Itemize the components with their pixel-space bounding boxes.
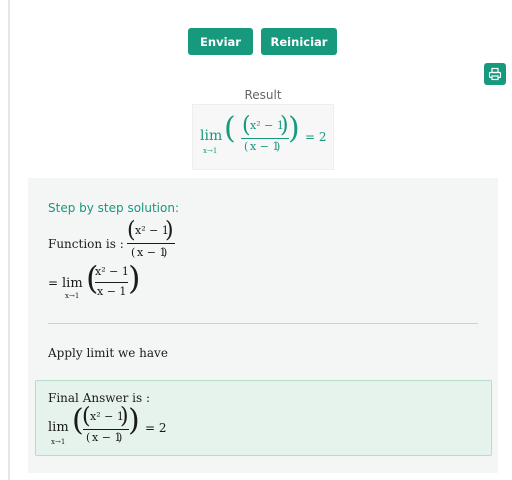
final-fraction-bar xyxy=(83,429,129,430)
print-button[interactable] xyxy=(484,63,506,85)
result-numerator: x² − 1 xyxy=(250,119,284,132)
final-lim: lim xyxy=(48,420,69,435)
result-fraction-bar xyxy=(241,138,289,139)
function-denominator: x − 1 xyxy=(137,246,167,259)
submit-button[interactable]: Enviar xyxy=(188,28,253,55)
step-fraction-bar xyxy=(95,282,128,283)
result-denominator: x − 1 xyxy=(250,140,280,153)
result-lim: lim xyxy=(200,128,223,144)
final-denominator: x − 1 xyxy=(92,431,122,444)
function-label: Function is : xyxy=(48,237,124,251)
left-border xyxy=(8,0,10,480)
function-numerator: x² − 1 xyxy=(135,224,169,237)
step-denominator: x − 1 xyxy=(97,285,127,298)
step-equals: = xyxy=(48,276,59,290)
final-numerator: x² − 1 xyxy=(90,410,124,423)
apply-limit-text: Apply limit we have xyxy=(48,346,168,360)
reset-button[interactable]: Reiniciar xyxy=(261,28,337,55)
result-left-paren: ( xyxy=(224,111,236,146)
final-lim-sub: x→1 xyxy=(51,438,66,446)
step-numerator: x² − 1 xyxy=(95,265,129,278)
print-icon xyxy=(488,67,502,81)
function-fraction-bar xyxy=(127,243,175,244)
final-equals: = 2 xyxy=(145,421,167,435)
result-title: Result xyxy=(244,88,282,102)
result-equals: = 2 xyxy=(305,130,327,144)
step-lim-sub: x→1 xyxy=(65,292,80,300)
result-right-paren: ) xyxy=(288,111,300,146)
section-divider xyxy=(48,323,478,324)
solution-title: Step by step solution: xyxy=(48,201,180,215)
step-lim: lim xyxy=(62,276,83,291)
result-lim-sub: x→1 xyxy=(203,147,218,155)
